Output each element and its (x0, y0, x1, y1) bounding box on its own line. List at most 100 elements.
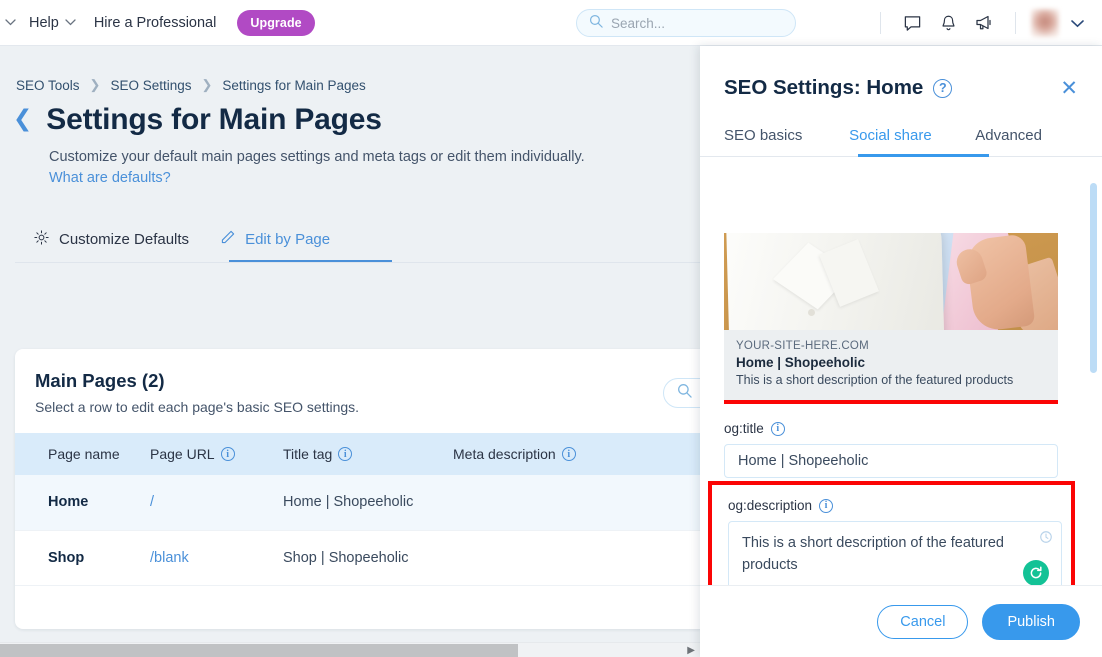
page-url-link[interactable]: / (150, 494, 154, 510)
cell-meta-description (453, 475, 701, 530)
horizontal-scrollbar-thumb[interactable] (0, 644, 518, 657)
breadcrumb-item-seo-settings[interactable]: SEO Settings (110, 78, 191, 93)
info-icon[interactable]: i (819, 499, 833, 513)
question-mark-icon[interactable]: ? (933, 79, 952, 98)
info-icon[interactable]: i (338, 447, 352, 461)
content-tabs: Customize Defaults Edit by Page (0, 189, 701, 263)
global-search[interactable] (576, 9, 796, 37)
cell-page-url[interactable]: / (150, 475, 283, 530)
column-page-name[interactable]: Page name (15, 433, 150, 475)
divider (880, 12, 881, 34)
table-header-row: Page name Page URL i Title tag i (15, 433, 701, 475)
tab-customize-defaults[interactable]: Customize Defaults (33, 229, 189, 263)
page-title-row: ❮ Settings for Main Pages (0, 93, 701, 137)
preview-description: This is a short description of the featu… (736, 373, 1046, 387)
column-page-url-label: Page URL (150, 446, 215, 462)
search-input[interactable] (611, 16, 783, 31)
cell-page-name: Shop (15, 530, 150, 586)
chevron-down-icon-edge[interactable] (0, 19, 20, 26)
page-subtitle: Customize your default main pages settin… (0, 137, 701, 189)
table-row[interactable]: Home / Home | Shopeeholic (15, 475, 701, 530)
cell-meta-description (453, 530, 701, 586)
og-description-value: This is a short description of the featu… (742, 535, 1004, 573)
og-title-input[interactable]: Home | Shopeeholic (724, 444, 1058, 478)
og-title-field: og:title i Home | Shopeeholic (700, 404, 1102, 478)
divider (1015, 12, 1016, 34)
panel-title: SEO Settings: Home (724, 76, 923, 100)
scroll-right-arrow-icon[interactable]: ▶ (687, 645, 695, 656)
cell-page-url[interactable]: /blank (150, 530, 283, 586)
column-page-name-label: Page name (48, 446, 120, 462)
search-icon (589, 14, 603, 33)
table-head: Page name Page URL i Title tag i (15, 433, 701, 475)
panel-body: YOUR-SITE-HERE.COM Home | Shopeeholic Th… (700, 233, 1102, 631)
preview-image (724, 233, 1058, 330)
restore-icon[interactable] (1023, 560, 1049, 586)
cell-title-tag: Shop | Shopeeholic (283, 530, 453, 586)
table-row[interactable]: Shop /blank Shop | Shopeeholic (15, 530, 701, 586)
breadcrumb: SEO Tools ❯ SEO Settings ❯ Settings for … (0, 46, 701, 93)
social-share-preview-card: YOUR-SITE-HERE.COM Home | Shopeeholic Th… (724, 233, 1058, 400)
info-icon[interactable]: i (221, 447, 235, 461)
pencil-icon (219, 229, 236, 250)
upgrade-button[interactable]: Upgrade (237, 10, 314, 36)
cell-title-tag: Home | Shopeeholic (283, 475, 453, 530)
breadcrumb-separator-icon: ❯ (202, 77, 213, 93)
column-meta-description[interactable]: Meta description i (453, 433, 701, 475)
title-tag-text: Shop | Shopeeholic (283, 550, 409, 566)
info-icon[interactable]: i (771, 422, 785, 436)
horizontal-scrollbar[interactable]: ▶ (0, 642, 701, 657)
chevron-down-icon (65, 17, 76, 29)
tab-customize-defaults-label: Customize Defaults (59, 231, 189, 248)
cancel-button[interactable]: Cancel (877, 605, 968, 639)
og-title-label-row: og:title i (724, 421, 1078, 436)
og-description-field: og:description i This is a short descrip… (712, 485, 1071, 595)
gear-icon (33, 229, 50, 250)
page-url-link[interactable]: /blank (150, 550, 189, 566)
hire-professional-link[interactable]: Hire a Professional (85, 0, 226, 45)
top-bar-left-menu: Help Hire a Professional Upgrade (0, 0, 315, 45)
preview-site-url: YOUR-SITE-HERE.COM (736, 340, 1046, 352)
panel-vertical-scrollbar[interactable] (1090, 183, 1097, 373)
back-arrow-icon[interactable]: ❮ (13, 107, 32, 134)
global-search-wrap (576, 9, 796, 37)
card-subtitle: Select a row to edit each page's basic S… (35, 399, 701, 415)
close-icon[interactable]: ✕ (1060, 78, 1078, 99)
ghost-restore-icon (1039, 529, 1053, 551)
tabs-divider (15, 262, 701, 263)
og-description-label-row: og:description i (728, 498, 1055, 513)
table-search-input[interactable] (663, 378, 701, 408)
column-title-tag[interactable]: Title tag i (283, 433, 453, 475)
publish-button[interactable]: Publish (982, 604, 1080, 640)
megaphone-icon[interactable] (966, 6, 1002, 40)
column-page-url[interactable]: Page URL i (150, 433, 283, 475)
main-content: SEO Tools ❯ SEO Settings ❯ Settings for … (0, 46, 701, 657)
column-title-tag-label: Title tag (283, 446, 332, 462)
breadcrumb-item-seo-tools[interactable]: SEO Tools (16, 78, 80, 93)
tab-advanced[interactable]: Advanced (975, 127, 1078, 157)
what-are-defaults-link[interactable]: What are defaults? (49, 168, 701, 189)
preview-image-button (808, 309, 815, 316)
page-subtitle-text: Customize your default main pages settin… (49, 149, 585, 165)
top-bar: Help Hire a Professional Upgrade (0, 0, 1102, 46)
top-bar-icons (867, 0, 1084, 46)
card-header: Main Pages (2) Select a row to edit each… (15, 349, 701, 433)
tab-seo-basics[interactable]: SEO basics (724, 127, 849, 157)
preview-title: Home | Shopeeholic (736, 355, 1046, 370)
cell-page-name: Home (15, 475, 150, 530)
og-title-value: Home | Shopeeholic (738, 453, 868, 469)
chat-icon[interactable] (894, 6, 930, 40)
info-icon[interactable]: i (562, 447, 576, 461)
account-chevron-down-icon[interactable] (1071, 16, 1084, 31)
bell-icon[interactable] (930, 6, 966, 40)
panel-tab-active-indicator (858, 154, 989, 157)
help-menu[interactable]: Help (20, 0, 85, 45)
breadcrumb-separator-icon: ❯ (90, 77, 101, 93)
tab-edit-by-page[interactable]: Edit by Page (219, 229, 330, 263)
avatar[interactable] (1031, 9, 1059, 37)
title-tag-text: Home | Shopeeholic (283, 494, 413, 510)
seo-settings-panel: SEO Settings: Home ? ✕ SEO basics Social… (700, 46, 1102, 657)
og-description-textarea[interactable]: This is a short description of the featu… (728, 521, 1062, 595)
tab-social-share[interactable]: Social share (849, 127, 975, 157)
main-pages-card: Main Pages (2) Select a row to edit each… (15, 349, 701, 629)
